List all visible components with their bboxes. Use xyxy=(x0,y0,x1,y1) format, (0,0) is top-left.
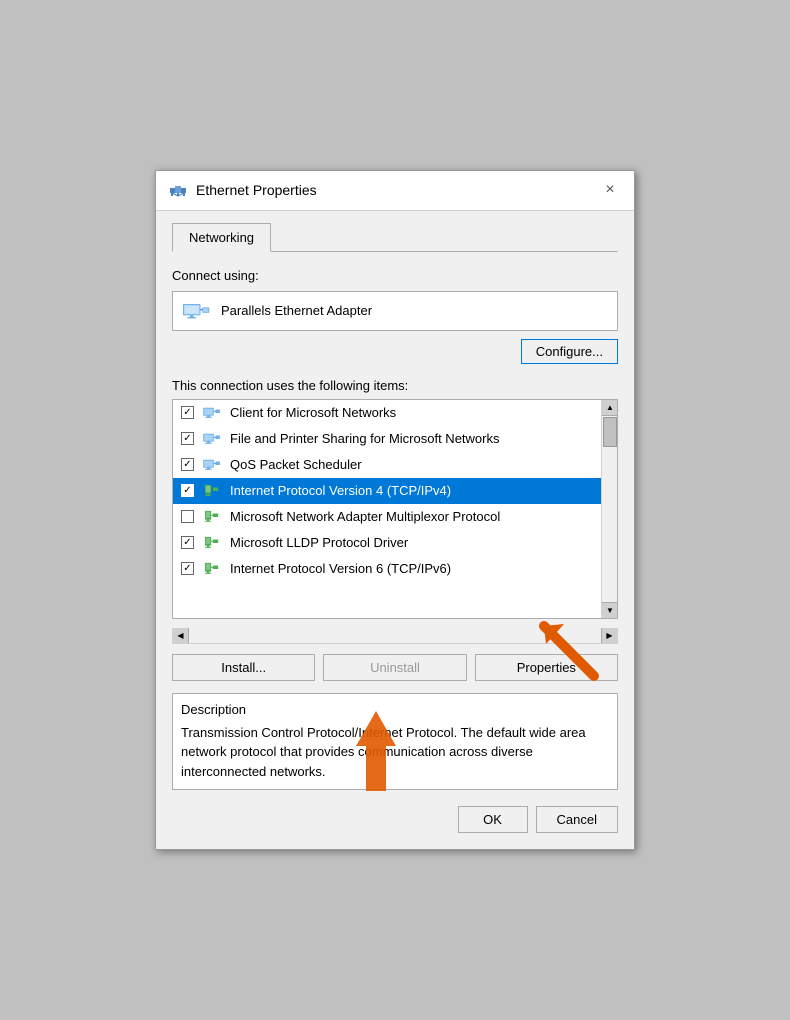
item-label-6: Microsoft LLDP Protocol Driver xyxy=(230,535,408,550)
network-icon-3 xyxy=(202,457,222,473)
green-icon-6 xyxy=(202,535,222,551)
checkbox-2[interactable] xyxy=(181,432,194,445)
green-icon-4 xyxy=(202,483,222,499)
scroll-down-button[interactable]: ▼ xyxy=(602,602,618,618)
title-bar: Ethernet Properties × xyxy=(156,171,634,211)
item-label-7: Internet Protocol Version 6 (TCP/IPv6) xyxy=(230,561,451,576)
tab-networking[interactable]: Networking xyxy=(172,223,271,252)
checkbox-6[interactable] xyxy=(181,536,194,549)
list-item-selected[interactable]: Internet Protocol Version 4 (TCP/IPv4) xyxy=(173,478,601,504)
connect-using-label: Connect using: xyxy=(172,268,618,283)
window-title: Ethernet Properties xyxy=(196,182,598,198)
list-item[interactable]: Client for Microsoft Networks xyxy=(173,400,601,426)
action-buttons-row: Install... Uninstall Properties xyxy=(172,654,618,681)
adapter-box: Parallels Ethernet Adapter xyxy=(172,291,618,331)
list-item[interactable]: File and Printer Sharing for Microsoft N… xyxy=(173,426,601,452)
horizontal-scrollbar[interactable]: ◀ ▶ xyxy=(172,628,618,644)
list-item[interactable]: QoS Packet Scheduler xyxy=(173,452,601,478)
item-label-4: Internet Protocol Version 4 (TCP/IPv4) xyxy=(230,483,451,498)
checkbox-5[interactable] xyxy=(181,510,194,523)
scrollbar-thumb[interactable] xyxy=(603,417,617,447)
list-item[interactable]: Internet Protocol Version 6 (TCP/IPv6) xyxy=(173,556,601,582)
scroll-up-button[interactable]: ▲ xyxy=(602,400,618,416)
tab-bar: Networking xyxy=(172,223,618,252)
green-icon-7 xyxy=(202,561,222,577)
description-text: Transmission Control Protocol/Internet P… xyxy=(181,723,609,782)
dialog-content: Networking Connect using: Parallels Ethe… xyxy=(156,211,634,850)
checkbox-1[interactable] xyxy=(181,406,194,419)
checkbox-7[interactable] xyxy=(181,562,194,575)
network-icon-2 xyxy=(202,431,222,447)
adapter-icon xyxy=(183,300,211,322)
green-icon-5 xyxy=(202,509,222,525)
configure-button[interactable]: Configure... xyxy=(521,339,618,364)
scroll-left-button[interactable]: ◀ xyxy=(173,628,189,643)
checkbox-4[interactable] xyxy=(181,484,194,497)
item-label-1: Client for Microsoft Networks xyxy=(230,405,396,420)
scrollbar-track[interactable]: ▲ ▼ xyxy=(601,400,617,618)
network-icon-1 xyxy=(202,405,222,421)
uninstall-button[interactable]: Uninstall xyxy=(323,654,466,681)
connection-items-label: This connection uses the following items… xyxy=(172,378,618,393)
item-label-3: QoS Packet Scheduler xyxy=(230,457,362,472)
properties-button[interactable]: Properties xyxy=(475,654,618,681)
item-label-5: Microsoft Network Adapter Multiplexor Pr… xyxy=(230,509,500,524)
cancel-button[interactable]: Cancel xyxy=(536,806,618,833)
install-button[interactable]: Install... xyxy=(172,654,315,681)
adapter-name: Parallels Ethernet Adapter xyxy=(221,303,372,318)
configure-row: Configure... xyxy=(172,339,618,364)
list-item[interactable]: Microsoft Network Adapter Multiplexor Pr… xyxy=(173,504,601,530)
description-title: Description xyxy=(181,702,609,717)
scroll-right-button[interactable]: ▶ xyxy=(601,628,617,643)
close-button[interactable]: × xyxy=(598,178,622,202)
ethernet-icon xyxy=(168,180,188,200)
item-label-2: File and Printer Sharing for Microsoft N… xyxy=(230,431,499,446)
ok-cancel-row: OK Cancel xyxy=(172,806,618,833)
list-item[interactable]: Microsoft LLDP Protocol Driver xyxy=(173,530,601,556)
ok-button[interactable]: OK xyxy=(458,806,528,833)
items-list[interactable]: Client for Microsoft Networks File and P… xyxy=(172,399,618,619)
checkbox-3[interactable] xyxy=(181,458,194,471)
description-box: Description Transmission Control Protoco… xyxy=(172,693,618,791)
